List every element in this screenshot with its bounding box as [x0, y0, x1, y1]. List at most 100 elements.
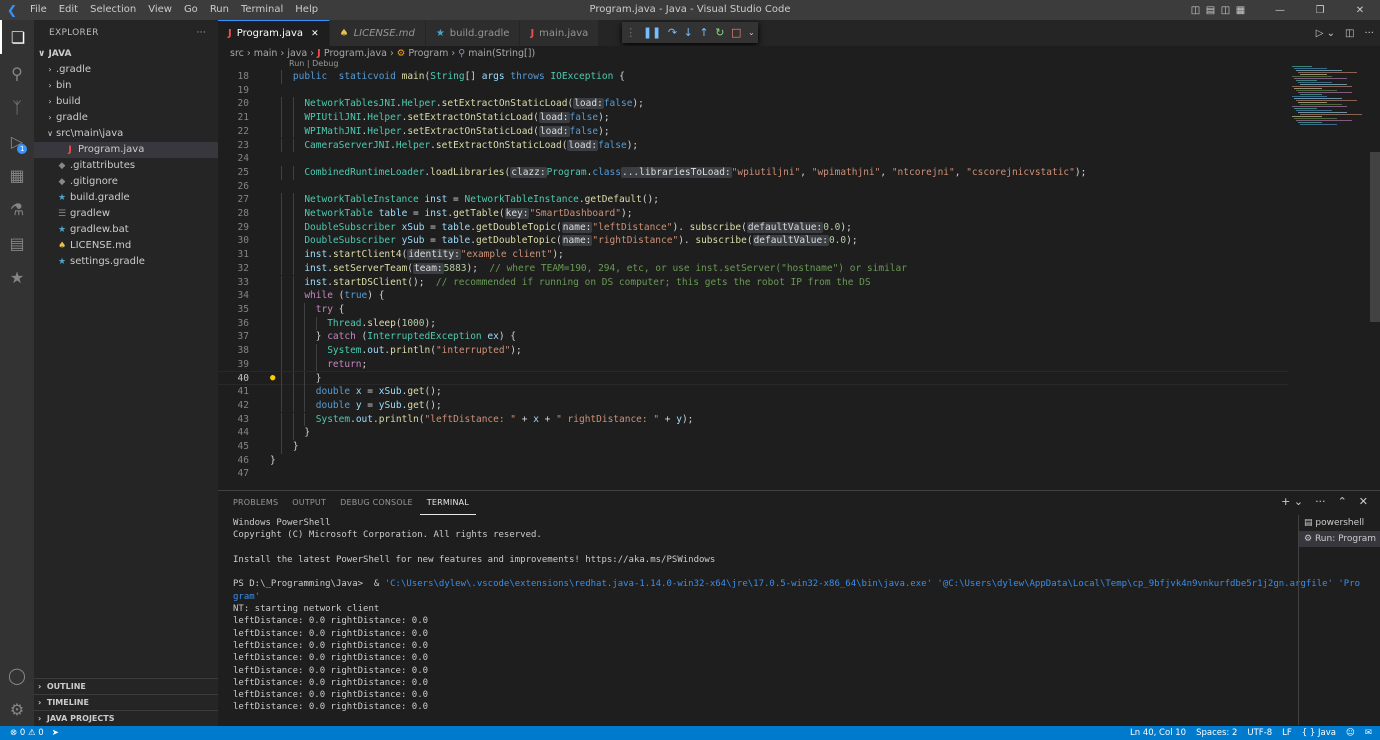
- extensions-icon[interactable]: ▦: [0, 158, 34, 192]
- code-line[interactable]: 33 inst.startDSClient(); // recommended i…: [218, 275, 1288, 290]
- toggle-sidebar-icon[interactable]: ◫: [1188, 5, 1203, 16]
- code-line[interactable]: 32 inst.setServerTeam(team:5883); // wher…: [218, 261, 1288, 276]
- code-line[interactable]: 44}: [218, 426, 1288, 440]
- menu-view[interactable]: View: [142, 0, 178, 20]
- minimap[interactable]: [1288, 62, 1372, 486]
- code-line[interactable]: 21 WPIUtilJNI.Helper.setExtractOnStaticLo…: [218, 111, 1288, 125]
- customize-layout-icon[interactable]: ▦: [1233, 5, 1248, 16]
- terminal-output[interactable]: Windows PowerShell Copyright (C) Microsof…: [233, 517, 1360, 714]
- code-line[interactable]: 24: [218, 152, 1288, 166]
- tree-item-build-gradle[interactable]: ★ build.gradle: [34, 190, 218, 206]
- timeline-section[interactable]: › TIMELINE: [34, 694, 218, 710]
- step-into-icon[interactable]: ↓: [684, 26, 693, 39]
- code-line[interactable]: 37} catch (InterruptedException ex) {: [218, 330, 1288, 344]
- code-line[interactable]: 35 try {: [218, 302, 1288, 317]
- explorer-icon[interactable]: ❏: [0, 20, 34, 54]
- code-line[interactable]: 19: [218, 84, 1288, 98]
- tree-item-settings-gradle[interactable]: ★ settings.gradle: [34, 254, 218, 270]
- maximize-panel-icon[interactable]: ⌃: [1338, 495, 1347, 508]
- tree-item-src-main-java[interactable]: ∨ src\main\java: [34, 126, 218, 142]
- java-projects-section[interactable]: › JAVA PROJECTS: [34, 710, 218, 726]
- tree-item-gradle[interactable]: › .gradle: [34, 62, 218, 78]
- new-terminal-icon[interactable]: + ⌄: [1281, 495, 1303, 508]
- gradle-icon[interactable]: ★: [0, 260, 34, 294]
- accounts-icon[interactable]: ◯: [0, 658, 34, 692]
- editor-scrollbar[interactable]: [1370, 62, 1380, 486]
- tree-item-gradle[interactable]: › gradle: [34, 110, 218, 126]
- tab-main-java[interactable]: Jmain.java: [520, 20, 600, 46]
- cursor-position[interactable]: Ln 40, Col 10: [1130, 728, 1186, 738]
- encoding[interactable]: UTF-8: [1247, 728, 1272, 738]
- indentation[interactable]: Spaces: 2: [1196, 728, 1237, 738]
- tree-item-program-java[interactable]: J Program.java: [34, 142, 218, 158]
- codelens-run-debug[interactable]: Run | Debug: [289, 59, 338, 68]
- code-line[interactable]: 27 NetworkTableInstance inst = NetworkTab…: [218, 193, 1288, 207]
- toggle-panel-icon[interactable]: ▤: [1203, 5, 1218, 16]
- tree-item-gitattributes[interactable]: ◆ .gitattributes: [34, 158, 218, 174]
- breadcrumb-item[interactable]: Program: [408, 48, 448, 59]
- panel-tab-problems[interactable]: PROBLEMS: [226, 491, 285, 515]
- code-line[interactable]: 45}: [218, 439, 1288, 454]
- split-editor-icon[interactable]: ◫: [1345, 28, 1354, 39]
- menu-go[interactable]: Go: [178, 0, 204, 20]
- code-line[interactable]: 23 CameraServerJNI.Helper.setExtractOnSta…: [218, 138, 1288, 153]
- testing-icon[interactable]: ⚗: [0, 192, 34, 226]
- tab-program-java[interactable]: J Program.java ✕: [218, 20, 330, 46]
- remote-explorer-icon[interactable]: ▤: [0, 226, 34, 260]
- code-line[interactable]: 39 return;: [218, 357, 1288, 372]
- code-line[interactable]: 20 NetworkTablesJNI.Helper.setExtractOnSt…: [218, 97, 1288, 112]
- toggle-secondary-sidebar-icon[interactable]: ◫: [1218, 5, 1233, 16]
- language-mode[interactable]: { } Java: [1302, 728, 1336, 738]
- tree-item-gitignore[interactable]: ◆ .gitignore: [34, 174, 218, 190]
- problems-status[interactable]: ⊗ 0 ⚠ 0: [10, 728, 44, 738]
- tab-license-md[interactable]: ♠ LICENSE.md: [329, 20, 426, 46]
- settings-gear-icon[interactable]: ⚙: [0, 692, 34, 726]
- more-actions-icon[interactable]: ···: [197, 20, 206, 46]
- breadcrumb-item[interactable]: src: [230, 48, 244, 59]
- run-java-icon[interactable]: ▷ ⌄: [1316, 28, 1335, 39]
- panel-tab-output[interactable]: OUTPUT: [285, 491, 333, 515]
- code-editor[interactable]: Run | Debug 18 public staticvoid main(Str…: [218, 59, 1288, 486]
- source-control-icon[interactable]: ᛉ: [0, 90, 34, 124]
- editor-more-icon[interactable]: ···: [1364, 28, 1374, 39]
- code-line[interactable]: 42 double y = ySub.get();: [218, 398, 1288, 413]
- panel-tab-terminal[interactable]: TERMINAL: [419, 491, 477, 515]
- code-line[interactable]: 18 public staticvoid main(String[] args t…: [218, 70, 1288, 84]
- tree-item-license-md[interactable]: ♠ LICENSE.md: [34, 238, 218, 254]
- outline-section[interactable]: › OUTLINE: [34, 678, 218, 694]
- code-line[interactable]: 28 NetworkTable table = inst.getTable(key…: [218, 207, 1288, 221]
- close-tab-icon[interactable]: ✕: [311, 29, 319, 39]
- end-of-line[interactable]: LF: [1282, 728, 1292, 738]
- code-line[interactable]: 29 DoubleSubscriber xSub = table.getDoubl…: [218, 220, 1288, 235]
- terminal-instance-powershell[interactable]: ▤ powershell: [1299, 515, 1380, 531]
- menu-terminal[interactable]: Terminal: [235, 0, 289, 20]
- feedback-icon[interactable]: ☺: [1346, 728, 1355, 738]
- minimize-button[interactable]: —: [1260, 5, 1300, 16]
- code-line[interactable]: 25 CombinedRuntimeLoader.loadLibraries(cl…: [218, 165, 1288, 180]
- code-line[interactable]: 43 System.out.println("leftDistance: " + …: [218, 412, 1288, 427]
- drag-handle-icon[interactable]: ⋮: [625, 26, 636, 39]
- step-over-icon[interactable]: ↷: [668, 26, 677, 39]
- pause-icon[interactable]: ❚❚: [643, 26, 661, 39]
- terminal-instance-run-program[interactable]: ⚙ Run: Program: [1299, 531, 1380, 547]
- notifications-icon[interactable]: ✉: [1365, 728, 1372, 738]
- code-line[interactable]: 38 System.out.println("interrupted");: [218, 344, 1288, 358]
- tree-item-build[interactable]: › build: [34, 94, 218, 110]
- debug-dropdown-icon[interactable]: ⌄: [748, 28, 755, 37]
- code-line[interactable]: 34 while (true) {: [218, 289, 1288, 303]
- search-icon[interactable]: ⚲: [0, 56, 34, 90]
- code-line[interactable]: 47: [218, 467, 1288, 481]
- restart-icon[interactable]: ↻: [715, 26, 724, 39]
- code-line[interactable]: 41 double x = xSub.get();: [218, 385, 1288, 399]
- java-status-icon[interactable]: ➤: [52, 728, 59, 738]
- code-line[interactable]: 46}: [218, 454, 1288, 468]
- close-panel-icon[interactable]: ✕: [1359, 495, 1368, 508]
- breadcrumb-item[interactable]: main(String[]): [468, 48, 535, 59]
- breadcrumb-item[interactable]: main: [254, 48, 278, 59]
- code-line[interactable]: 22 WPIMathJNI.Helper.setExtractOnStaticLo…: [218, 124, 1288, 139]
- breadcrumb-item[interactable]: java: [287, 48, 307, 59]
- panel-more-icon[interactable]: ···: [1315, 495, 1326, 508]
- menu-run[interactable]: Run: [204, 0, 235, 20]
- close-window-button[interactable]: ✕: [1340, 5, 1380, 16]
- menu-selection[interactable]: Selection: [84, 0, 142, 20]
